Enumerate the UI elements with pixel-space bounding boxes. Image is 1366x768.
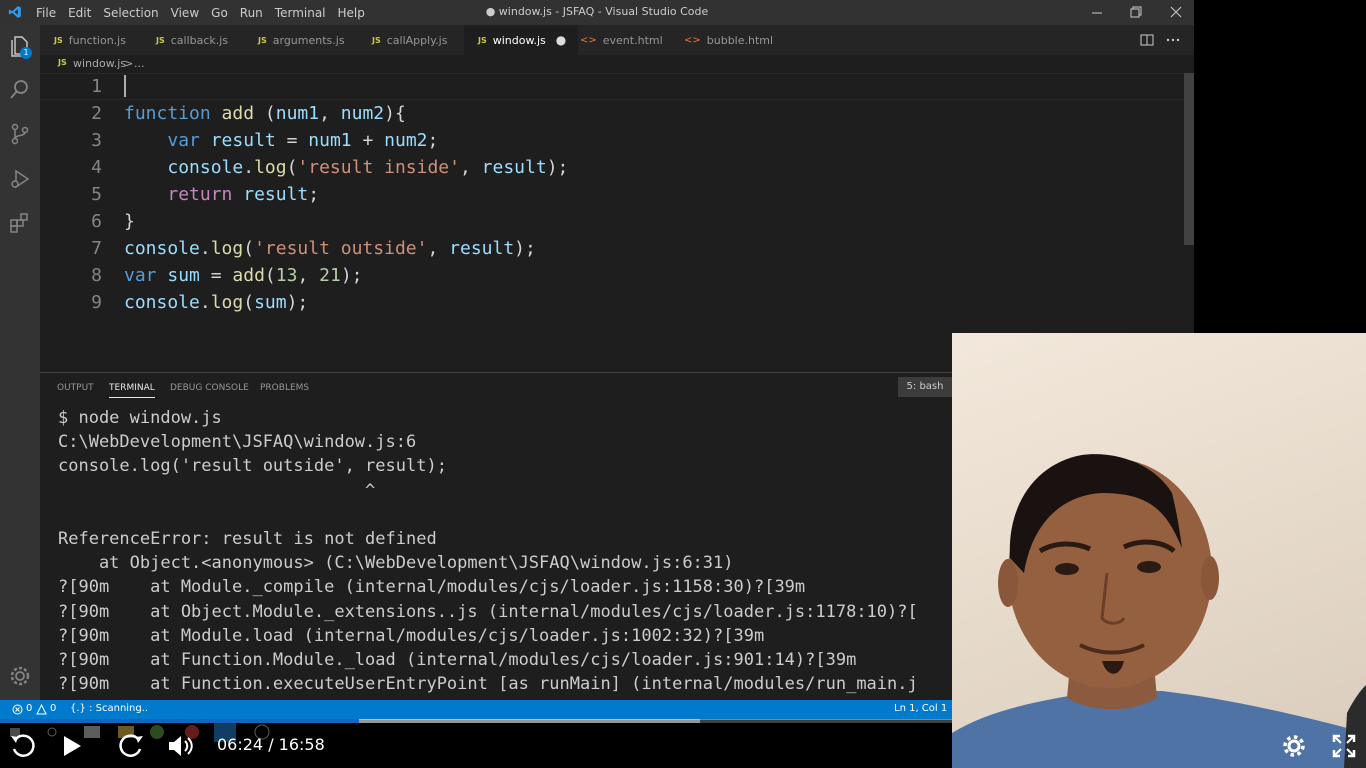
tab-label: function.js <box>68 33 126 47</box>
error-icon[interactable] <box>12 704 23 715</box>
terminal-line: C:\WebDevelopment\JSFAQ\window.js:6 <box>58 432 417 453</box>
line-number: 2 <box>91 103 102 124</box>
presenter-figure <box>952 454 1366 768</box>
tab-label: callback.js <box>170 33 229 47</box>
settings-icon[interactable] <box>1282 734 1306 758</box>
js-file-icon: JS <box>372 35 381 45</box>
unsaved-dot-icon[interactable]: ● <box>556 33 566 47</box>
tab-debug-console[interactable]: DEBUG CONSOLE <box>170 383 249 393</box>
breadcrumb-more[interactable]: ... <box>134 57 145 70</box>
line-number: 6 <box>91 211 102 232</box>
tab-window-js[interactable]: JS window.js ● <box>464 25 578 55</box>
js-file-icon: JS <box>478 35 487 45</box>
code-text: var sum = add(13, 21); <box>124 265 363 286</box>
tab-callback-js[interactable]: JS callback.js <box>142 25 260 55</box>
html-file-icon: <> <box>684 34 701 46</box>
terminal-line: $ node window.js <box>58 408 222 428</box>
terminal-selector[interactable]: 5: bash <box>898 377 952 397</box>
close-icon[interactable] <box>1170 6 1182 18</box>
restore-icon[interactable] <box>1130 6 1142 18</box>
tab-label: arguments.js <box>272 33 345 47</box>
activity-bar: 1 <box>0 25 40 700</box>
code-text: function add (num1, num2){ <box>124 103 406 124</box>
video-progress-bar[interactable] <box>0 719 952 723</box>
warning-count[interactable]: 0 <box>50 703 56 714</box>
scanning-status: {.} : Scanning.. <box>70 703 149 714</box>
extensions-icon[interactable] <box>8 211 32 235</box>
tab-label: event.html <box>602 33 663 47</box>
progress-fill <box>0 719 359 723</box>
cursor-position[interactable]: Ln 1, Col 1 <box>894 703 947 714</box>
line-number: 5 <box>91 184 102 205</box>
terminal-output[interactable]: $ node window.js C:\WebDevelopment\JSFAQ… <box>58 406 952 698</box>
code-text: return result; <box>167 184 320 205</box>
explorer-badge: 1 <box>20 47 32 59</box>
tab-output[interactable]: OUTPUT <box>57 383 94 393</box>
code-text: console.log('result inside', result); <box>167 157 569 178</box>
tab-label: bubble.html <box>706 33 774 47</box>
js-file-icon: JS <box>54 35 63 45</box>
breadcrumb-separator: > <box>124 57 134 70</box>
editor-scrollbar[interactable] <box>1184 73 1194 245</box>
code-line: 1 <box>40 73 1184 100</box>
error-count[interactable]: 0 <box>26 703 32 714</box>
tab-terminal[interactable]: TERMINAL <box>109 383 155 398</box>
terminal-line: ^ <box>58 480 376 501</box>
settings-gear-icon[interactable] <box>8 664 32 688</box>
terminal-line: console.log('result outside', result); <box>58 456 447 477</box>
breadcrumb-file[interactable]: window.js <box>73 57 126 70</box>
terminal-line: ?[90m at Object.Module._extensions..js (… <box>58 601 918 622</box>
line-number: 4 <box>91 157 102 178</box>
tab-arguments-js[interactable]: JS arguments.js <box>244 25 374 55</box>
code-text: var result = num1 + num2; <box>167 130 439 151</box>
breadcrumb: JS window.js > ... <box>40 55 1194 73</box>
volume-icon[interactable] <box>166 733 196 759</box>
js-file-icon: JS <box>58 58 67 67</box>
run-debug-icon[interactable] <box>8 167 32 191</box>
replay-10-icon[interactable] <box>8 731 38 761</box>
tab-problems[interactable]: PROBLEMS <box>260 383 309 393</box>
terminal-line: ?[90m at Function.executeUserEntryPoint … <box>58 674 918 695</box>
playback-time: 06:24 / 16:58 <box>217 735 325 754</box>
code-text: console.log(sum); <box>124 292 309 313</box>
tab-event-html[interactable]: <> event.html <box>566 25 684 55</box>
more-actions-icon[interactable] <box>1166 38 1180 42</box>
line-number: 8 <box>91 265 102 286</box>
terminal-line: at Object.<anonymous> (C:\WebDevelopment… <box>58 553 734 574</box>
play-icon[interactable] <box>60 733 84 759</box>
minimize-icon[interactable] <box>1091 7 1103 19</box>
text-cursor <box>124 75 126 97</box>
editor-tabs: JS function.js JS callback.js JS arguments.… <box>40 25 1194 55</box>
fullscreen-icon[interactable] <box>1332 734 1356 758</box>
webcam-video <box>952 333 1366 768</box>
line-number: 3 <box>91 130 102 151</box>
line-number: 9 <box>91 292 102 313</box>
tab-bubble-html[interactable]: <> bubble.html <box>670 25 794 55</box>
html-file-icon: <> <box>580 34 597 46</box>
split-editor-icon[interactable] <box>1140 34 1154 46</box>
search-icon[interactable] <box>8 77 32 101</box>
code-editor[interactable]: 1 2 function add (num1, num2){ 3 var resu… <box>40 73 1184 371</box>
terminal-line: ?[90m at Function.Module._load (internal… <box>58 649 857 670</box>
code-text: } <box>124 211 135 232</box>
warning-icon[interactable] <box>36 704 47 715</box>
js-file-icon: JS <box>258 35 267 45</box>
source-control-icon[interactable] <box>8 122 32 146</box>
line-number: 1 <box>91 76 102 97</box>
window-title: ● window.js - JSFAQ - Visual Studio Code <box>485 5 709 18</box>
js-file-icon: JS <box>156 35 165 45</box>
tab-label: window.js <box>492 33 546 47</box>
terminal-line: ReferenceError: result is not defined <box>58 528 437 549</box>
terminal-line: ?[90m at Module._compile (internal/modul… <box>58 577 806 598</box>
line-number: 7 <box>91 238 102 259</box>
forward-10-icon[interactable] <box>116 731 146 761</box>
tab-label: callApply.js <box>386 33 448 47</box>
code-text: console.log('result outside', result); <box>124 238 536 259</box>
terminal-line: ?[90m at Module.load (internal/modules/c… <box>58 625 765 646</box>
title-bar: File Edit Selection View Go Run Terminal… <box>0 0 1194 25</box>
